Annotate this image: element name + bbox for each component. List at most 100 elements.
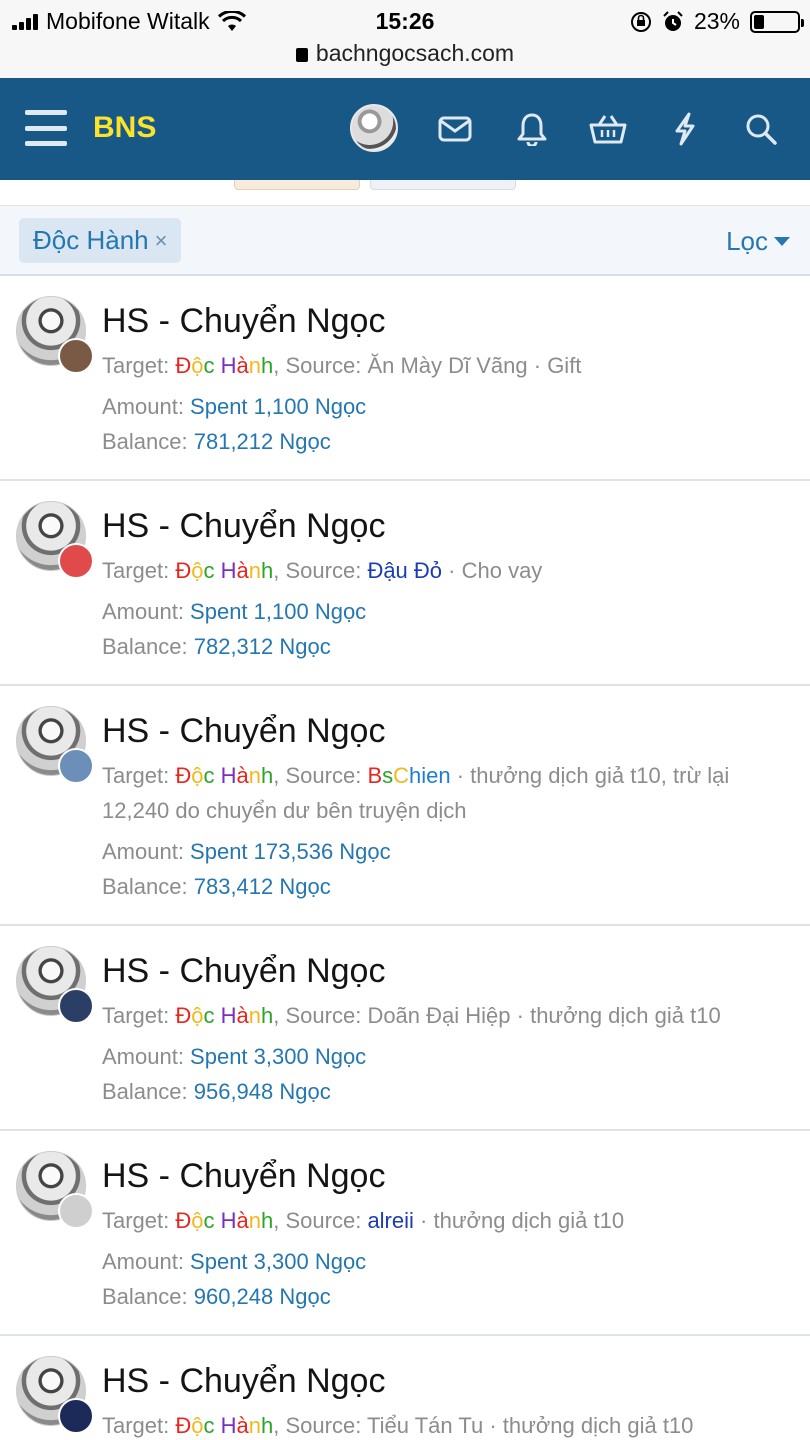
filter-button-label: Lọc <box>726 226 768 256</box>
target-name-part: à <box>236 1208 249 1233</box>
search-icon[interactable] <box>736 104 786 154</box>
target-name-part: n <box>248 558 262 583</box>
avatar-small[interactable] <box>58 543 94 579</box>
list-item[interactable]: HS - Chuyển Ngọc Target: Độc Hành, Source… <box>0 1336 810 1440</box>
filter-bar: Độc Hành × Lọc <box>0 206 810 276</box>
source-label: , Source: <box>273 1003 368 1028</box>
list-item[interactable]: HS - Chuyển Ngọc Target: Độc Hành, Source… <box>0 276 810 481</box>
target-name-part: h <box>261 353 274 378</box>
amount-value: Spent 3,300 Ngọc <box>190 1044 367 1069</box>
item-content: HS - Chuyển Ngọc Target: Độc Hành, Source… <box>102 686 810 926</box>
list-item[interactable]: HS - Chuyển Ngọc Target: Độc Hành, Source… <box>0 926 810 1131</box>
list-item[interactable]: HS - Chuyển Ngọc Target: Độc Hành, Source… <box>0 1131 810 1336</box>
item-title[interactable]: HS - Chuyển Ngọc <box>102 1360 790 1402</box>
target-name-part: n <box>248 1003 262 1028</box>
transaction-note: thưởng dịch giả t10 <box>530 1003 721 1028</box>
target-user-link[interactable]: Độc Hành <box>175 1413 273 1438</box>
item-title[interactable]: HS - Chuyển Ngọc <box>102 505 790 547</box>
tab-button-partial[interactable] <box>234 180 360 190</box>
target-name-part: H <box>220 763 237 788</box>
item-title[interactable]: HS - Chuyển Ngọc <box>102 710 790 752</box>
filter-chip-label: Độc Hành <box>33 225 149 255</box>
app-header: BNS <box>0 78 810 180</box>
menu-icon[interactable] <box>25 110 67 146</box>
mail-icon[interactable] <box>430 104 480 154</box>
list-item[interactable]: HS - Chuyển Ngọc Target: Độc Hành, Source… <box>0 686 810 926</box>
avatar-small[interactable] <box>58 338 94 374</box>
amount-value: Spent 3,300 Ngọc <box>190 1249 367 1274</box>
item-content: HS - Chuyển Ngọc Target: Độc Hành, Source… <box>102 926 810 1131</box>
balance-label: Balance: <box>102 874 194 899</box>
target-name-part: à <box>236 1413 249 1438</box>
filter-chip[interactable]: Độc Hành × <box>19 218 182 263</box>
target-user-link[interactable]: Độc Hành <box>175 353 273 378</box>
item-meta: Target: Độc Hành, Source: BsChien · thưở… <box>102 758 790 828</box>
target-user-link[interactable]: Độc Hành <box>175 1208 273 1233</box>
target-label: Target: <box>102 763 176 788</box>
target-user-link[interactable]: Độc Hành <box>175 763 273 788</box>
rotation-lock-icon <box>630 11 651 32</box>
bell-icon[interactable] <box>507 104 557 154</box>
item-content: HS - Chuyển Ngọc Target: Độc Hành, Source… <box>102 1336 810 1440</box>
avatar-small[interactable] <box>58 1193 94 1229</box>
lightning-icon[interactable] <box>660 104 710 154</box>
amount-value: Spent 1,100 Ngọc <box>190 599 367 624</box>
target-name-part: ộ <box>191 1208 204 1233</box>
address-bar[interactable]: bachngocsach.com <box>0 40 810 67</box>
balance-label: Balance: <box>102 1079 194 1104</box>
avatar-small[interactable] <box>58 988 94 1024</box>
balance-line: Balance: 781,212 Ngọc <box>102 424 790 459</box>
target-name-part: c <box>203 1413 215 1438</box>
item-title[interactable]: HS - Chuyển Ngọc <box>102 1155 790 1197</box>
avatar-small[interactable] <box>58 748 94 784</box>
basket-icon[interactable] <box>583 104 633 154</box>
balance-line: Balance: 956,948 Ngọc <box>102 1074 790 1109</box>
target-name-part: Đ <box>175 558 192 583</box>
source-user-link[interactable]: alreii <box>367 1208 413 1233</box>
target-user-link[interactable]: Độc Hành <box>175 558 273 583</box>
target-name-part: n <box>248 353 262 378</box>
item-content: HS - Chuyển Ngọc Target: Độc Hành, Source… <box>102 481 810 686</box>
source-label: , Source: <box>273 1208 368 1233</box>
target-name-part: h <box>261 558 274 583</box>
item-meta: Target: Độc Hành, Source: alreii · thưởn… <box>102 1203 790 1238</box>
source-label: , Source: <box>273 558 368 583</box>
balance-value: 781,212 Ngọc <box>193 429 331 454</box>
lock-icon <box>295 48 308 62</box>
url-text: bachngocsach.com <box>315 40 515 66</box>
source-name-part: B <box>367 763 383 788</box>
avatar[interactable] <box>350 104 398 152</box>
separator: · <box>450 763 471 788</box>
target-name-part: c <box>203 353 215 378</box>
target-label: Target: <box>102 1413 176 1438</box>
item-title[interactable]: HS - Chuyển Ngọc <box>102 300 790 342</box>
battery-icon <box>750 10 804 33</box>
separator: · <box>527 353 548 378</box>
list-item[interactable]: HS - Chuyển Ngọc Target: Độc Hành, Source… <box>0 481 810 686</box>
brand-logo[interactable]: BNS <box>93 111 156 145</box>
amount-label: Amount: <box>102 839 191 864</box>
target-name-part: ộ <box>191 1413 204 1438</box>
item-content: HS - Chuyển Ngọc Target: Độc Hành, Source… <box>102 276 810 481</box>
filter-button[interactable]: Lọc <box>726 226 790 257</box>
separator: · <box>442 558 462 583</box>
tab-button-partial[interactable] <box>370 180 516 190</box>
avatar-small[interactable] <box>58 1398 94 1434</box>
source-user-link[interactable]: Đậu Đỏ <box>367 558 442 583</box>
target-name-part: Đ <box>175 763 192 788</box>
item-title[interactable]: HS - Chuyển Ngọc <box>102 950 790 992</box>
source-user-link[interactable]: BsChien <box>367 763 450 788</box>
target-name-part: h <box>261 1413 274 1438</box>
target-name-part: à <box>236 763 249 788</box>
target-label: Target: <box>102 1003 176 1028</box>
target-label: Target: <box>102 1208 176 1233</box>
balance-label: Balance: <box>102 429 194 454</box>
amount-label: Amount: <box>102 599 191 624</box>
target-name-part: ộ <box>191 763 204 788</box>
close-icon[interactable]: × <box>155 228 168 254</box>
target-user-link[interactable]: Độc Hành <box>175 1003 273 1028</box>
amount-label: Amount: <box>102 1044 191 1069</box>
source-user-link: Ăn Mày Dĩ Vãng <box>367 353 528 378</box>
alarm-icon <box>663 10 683 31</box>
balance-value: 783,412 Ngọc <box>193 874 331 899</box>
